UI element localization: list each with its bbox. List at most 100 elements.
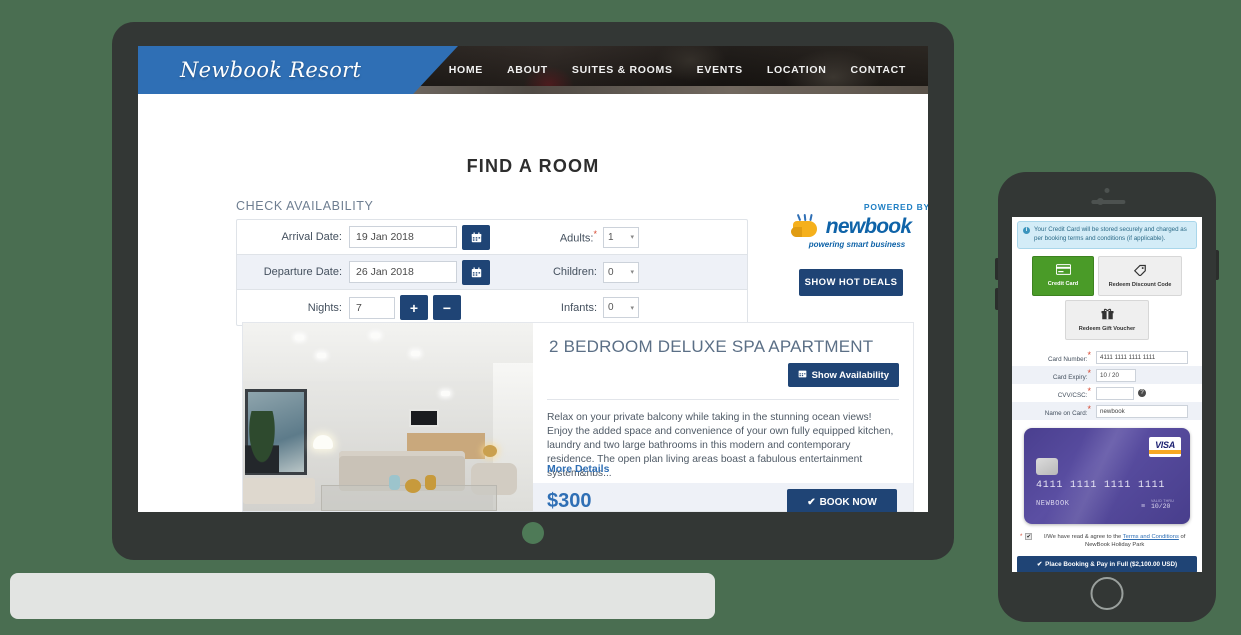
payment-tab-credit-card[interactable]: Credit Card xyxy=(1032,256,1094,296)
required-star: * xyxy=(1087,404,1091,415)
card-chip-icon xyxy=(1036,458,1058,475)
divider xyxy=(547,399,899,400)
show-hot-deals-button[interactable]: SHOW HOT DEALS xyxy=(799,269,903,296)
place-booking-button[interactable]: ✔ Place Booking & Pay in Full ($2,100.00… xyxy=(1017,556,1197,572)
infants-select[interactable]: 0 ▾ xyxy=(603,297,639,318)
nights-row: Nights: 7 + − Infants: 0 ▾ xyxy=(237,290,747,325)
name-on-card-row: Name on Card:* newbook xyxy=(1012,402,1202,420)
nights-input[interactable]: 7 xyxy=(349,296,395,319)
card-number-label: Card Number:* xyxy=(1047,350,1091,364)
chevron-down-icon: ▾ xyxy=(630,304,634,312)
arrival-calendar-icon[interactable] xyxy=(462,224,490,250)
tablet-home-button[interactable] xyxy=(522,522,544,544)
powered-by-panel: POWERED BY newbook powering smart busine… xyxy=(766,202,928,296)
room-info: 2 BEDROOM DELUXE SPA APARTMENT Show Avai… xyxy=(533,323,913,512)
payment-tab-credit-card-label: Credit Card xyxy=(1047,281,1079,287)
tablet-device-frame: Newbook Resort HOME ABOUT SUITES & ROOMS… xyxy=(112,22,954,560)
card-expiry-row: Card Expiry:* 10 / 20 xyxy=(1012,366,1202,384)
nav-item-home[interactable]: HOME xyxy=(449,64,483,76)
card-number-input[interactable]: 4111 1111 1111 1111 xyxy=(1096,350,1188,364)
room-title: 2 BEDROOM DELUXE SPA APARTMENT xyxy=(549,337,874,356)
card-preview-holder: NEWBOOK xyxy=(1036,500,1070,508)
infants-value: 0 xyxy=(608,302,614,313)
children-label: Children: xyxy=(552,266,597,278)
credit-card-fields: Card Number:* 4111 1111 1111 1111 Card E… xyxy=(1012,348,1202,420)
phone-volume-up-button[interactable] xyxy=(995,258,998,280)
nights-increment-button[interactable]: + xyxy=(400,295,428,320)
children-value: 0 xyxy=(608,266,614,278)
front-camera-icon xyxy=(1104,188,1110,193)
departure-calendar-icon[interactable] xyxy=(462,259,490,285)
cvv-label: CVV/CSC:* xyxy=(1057,386,1091,400)
nav-item-events[interactable]: EVENTS xyxy=(697,64,743,76)
children-select[interactable]: 0 ▾ xyxy=(603,261,639,283)
check-availability-label: CHECK AVAILABILITY xyxy=(236,199,374,213)
nights-decrement-button[interactable]: − xyxy=(433,295,461,320)
terms-agreement-row: * ✔ I/We have read & agree to the Terms … xyxy=(1020,533,1194,549)
credit-card-icon xyxy=(1055,264,1071,278)
payment-tab-gift-voucher-label: Redeem Gift Voucher xyxy=(1078,325,1136,332)
credit-card-notice-text: Your Credit Card will be stored securely… xyxy=(1034,226,1187,242)
more-details-link[interactable]: More Details xyxy=(547,463,609,475)
payment-tab-gift-voucher[interactable]: Redeem Gift Voucher xyxy=(1065,300,1149,340)
adults-select[interactable]: 1 ▾ xyxy=(603,226,639,248)
card-preview-expiry-group: ≡ VALID THRU 10/20 xyxy=(1141,499,1174,510)
room-price: $300 xyxy=(547,490,592,512)
arrival-date-label: Arrival Date: xyxy=(281,231,342,243)
book-now-label: BOOK NOW xyxy=(819,496,877,508)
site-logo-text: Newbook Resort xyxy=(180,58,362,82)
credit-card-notice: i Your Credit Card will be stored secure… xyxy=(1017,221,1197,249)
name-on-card-label: Name on Card:* xyxy=(1044,404,1091,418)
book-now-button[interactable]: ✔ BOOK NOW xyxy=(787,489,897,512)
nights-label: Nights: xyxy=(307,301,342,314)
newbook-wordmark: newbook xyxy=(825,214,912,238)
nav-item-suites-rooms[interactable]: SUITES & ROOMS xyxy=(572,64,673,76)
calendar-icon xyxy=(798,369,807,381)
payment-tab-discount-code[interactable]: Redeem Discount Code xyxy=(1098,256,1182,296)
departure-row: Departure Date: 26 Jan 2018 Children: 0 … xyxy=(237,255,747,290)
terms-and-conditions-link[interactable]: Terms and Conditions xyxy=(1123,534,1179,540)
place-booking-label: Place Booking & Pay in Full ($2,100.00 U… xyxy=(1045,561,1178,568)
departure-date-input[interactable]: 26 Jan 2018 xyxy=(349,261,457,283)
adults-value: 1 xyxy=(608,231,614,243)
phone-power-button[interactable] xyxy=(1216,250,1219,280)
nav-item-contact[interactable]: CONTACT xyxy=(851,64,906,76)
name-on-card-input[interactable]: newbook xyxy=(1096,404,1188,418)
terms-checkbox[interactable]: ✔ xyxy=(1025,533,1033,540)
page-body: FIND A ROOM CHECK AVAILABILITY Arrival D… xyxy=(138,94,928,512)
tag-icon xyxy=(1133,264,1147,279)
card-expiry-input[interactable]: 10 / 20 xyxy=(1096,368,1136,382)
terms-required-star: * xyxy=(1020,534,1023,540)
nav-item-about[interactable]: ABOUT xyxy=(507,64,548,76)
arrival-date-input[interactable]: 19 Jan 2018 xyxy=(349,226,457,248)
expiry-icon: ≡ xyxy=(1140,503,1146,510)
desk-stand-bar xyxy=(10,573,715,619)
visa-brand-text: VISA xyxy=(1155,440,1175,450)
price-bar: $300 ✔ BOOK NOW xyxy=(533,483,913,512)
phone-home-button[interactable] xyxy=(1090,577,1124,610)
page-title: FIND A ROOM xyxy=(466,156,600,176)
required-star: * xyxy=(1087,368,1091,379)
phone-screen: i Your Credit Card will be stored secure… xyxy=(1012,217,1202,572)
show-availability-button[interactable]: Show Availability xyxy=(787,363,899,387)
infants-label: Infants: xyxy=(560,301,597,314)
card-preview-number: 4111 1111 1111 1111 xyxy=(1036,480,1166,491)
tablet-screen: Newbook Resort HOME ABOUT SUITES & ROOMS… xyxy=(138,46,928,512)
phone-volume-down-button[interactable] xyxy=(995,288,998,310)
infants-group: Infants: 0 ▾ xyxy=(561,297,747,318)
visa-logo-icon: VISA xyxy=(1149,437,1181,457)
newbook-logo: newbook xyxy=(766,213,928,239)
nav-item-location[interactable]: LOCATION xyxy=(767,64,827,76)
gift-icon xyxy=(1101,308,1114,323)
cvv-input[interactable] xyxy=(1096,386,1134,400)
site-header: Newbook Resort HOME ABOUT SUITES & ROOMS… xyxy=(138,46,928,94)
arrival-row: Arrival Date: 19 Jan 2018 Adults:* 1 ▾ xyxy=(237,220,747,255)
card-expiry-label: Card Expiry:* xyxy=(1052,368,1091,382)
adults-label: Adults:* xyxy=(559,229,597,245)
phone-speaker xyxy=(1091,200,1126,204)
cvv-help-icon[interactable]: ? xyxy=(1138,389,1146,397)
logo-banner[interactable]: Newbook Resort xyxy=(138,46,458,94)
hand-icon xyxy=(790,213,823,239)
chevron-down-icon: ▾ xyxy=(630,269,634,276)
payment-method-tabs: Credit Card Redeem Discount Code xyxy=(1012,256,1202,296)
